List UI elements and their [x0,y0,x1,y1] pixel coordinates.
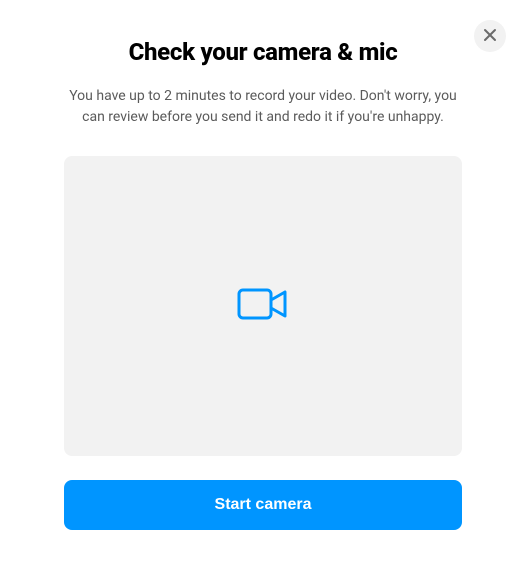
close-button[interactable] [474,20,506,52]
modal-container: Check your camera & mic You have up to 2… [0,0,526,530]
start-camera-button[interactable]: Start camera [64,480,462,530]
modal-description: You have up to 2 minutes to record your … [64,86,462,128]
modal-title: Check your camera & mic [129,38,398,66]
camera-icon [237,286,289,326]
close-icon [483,28,497,45]
camera-preview [64,156,462,456]
